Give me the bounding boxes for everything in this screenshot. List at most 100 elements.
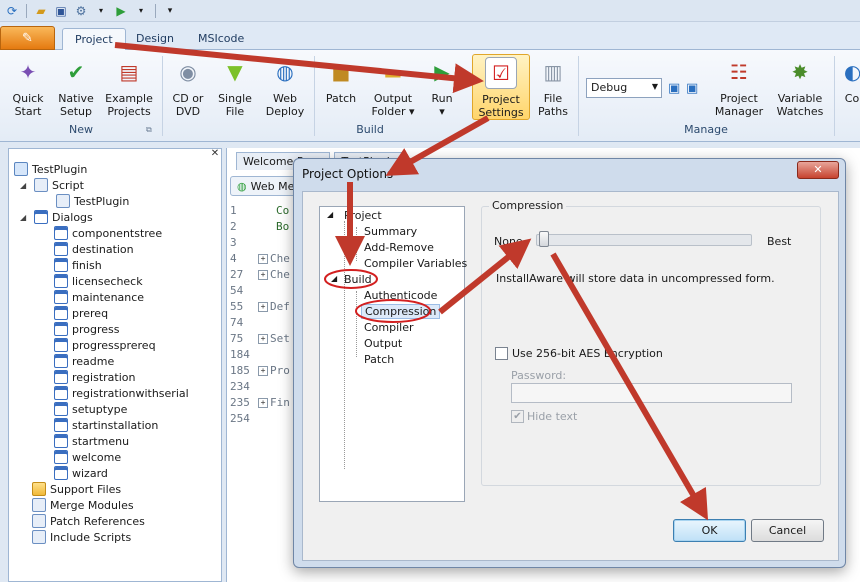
tree-node-dialog[interactable]: progress	[54, 321, 120, 337]
tree-node-extra[interactable]: Include Scripts	[32, 529, 131, 545]
tab-msicode[interactable]: MSIcode	[186, 28, 256, 50]
fold-expand-icon[interactable]: +	[258, 270, 268, 280]
code-line[interactable]: 75 + Set	[230, 332, 290, 345]
tree-expander[interactable]: ◢	[327, 210, 333, 219]
chevron-down-icon[interactable]: ▾	[93, 3, 109, 19]
code-line[interactable]: 3	[230, 236, 276, 249]
tree-node-script-item[interactable]: TestPlugin	[56, 193, 129, 209]
tree-node-dialogs[interactable]: ◢ Dialogs	[20, 209, 93, 225]
tree-node-build[interactable]: Build	[344, 273, 372, 286]
partial-ribbon-button[interactable]: ◐ Co	[844, 56, 860, 106]
code-line[interactable]: 4 + Che	[230, 252, 290, 265]
fold-expand-icon[interactable]: +	[258, 366, 268, 376]
fold-expand-icon[interactable]: +	[258, 334, 268, 344]
file-paths-button[interactable]: ▥ File Paths	[534, 56, 572, 119]
code-line[interactable]: 54	[230, 284, 276, 297]
tree-node-dialog[interactable]: componentstree	[54, 225, 162, 241]
code-line[interactable]: 74	[230, 316, 276, 329]
tree-expander-icon[interactable]: ◢	[20, 213, 30, 222]
code-line[interactable]: 184	[230, 348, 276, 361]
tree-node-dialog[interactable]: welcome	[54, 449, 121, 465]
dialog-close-button[interactable]: ✕	[797, 161, 839, 179]
compression-slider[interactable]	[536, 234, 752, 246]
tree-node-output[interactable]: Output	[364, 337, 402, 350]
fold-expand-icon[interactable]: +	[258, 254, 268, 264]
code-line[interactable]: 55 + Def	[230, 300, 290, 313]
tree-node-extra[interactable]: Support Files	[32, 481, 121, 497]
cd-dvd-button[interactable]: ◉ CD or DVD	[168, 56, 208, 119]
output-folder-button[interactable]: ▬ Output Folder ▾	[368, 56, 418, 119]
tree-node-dialog[interactable]: progressprereq	[54, 337, 156, 353]
web-media-button[interactable]: ◍ Web Me	[230, 176, 302, 196]
tree-node-dialog[interactable]: wizard	[54, 465, 108, 481]
ok-button[interactable]: OK	[673, 519, 746, 542]
single-file-button[interactable]: ▼ Single File	[214, 56, 256, 119]
code-line[interactable]: 185 + Pro	[230, 364, 290, 377]
code-line[interactable]: 235 + Fin	[230, 396, 290, 409]
compression-slider-thumb[interactable]	[539, 231, 549, 247]
patch-button[interactable]: ■ Patch	[320, 56, 362, 106]
quick-start-button[interactable]: ✦ Quick Start	[6, 56, 50, 119]
tree-node-project[interactable]: Project	[344, 209, 382, 222]
tree-node-add-remove[interactable]: Add-Remove	[364, 241, 434, 254]
tree-node-compiler-variables[interactable]: Compiler Variables	[364, 257, 467, 270]
password-input[interactable]	[511, 383, 792, 403]
code-line[interactable]: 234	[230, 380, 276, 393]
window-check-icon[interactable]: ▣	[668, 81, 680, 96]
application-menu-button[interactable]: ✎	[0, 26, 55, 50]
customize-toolbar-icon[interactable]: ▾	[162, 3, 178, 19]
save-icon[interactable]: ▣	[53, 3, 69, 19]
tree-node-dialog[interactable]: startmenu	[54, 433, 129, 449]
gear-icon[interactable]: ⚙	[73, 3, 89, 19]
tree-node-dialog[interactable]: setuptype	[54, 401, 127, 417]
fold-expand-icon[interactable]: +	[258, 398, 268, 408]
tree-node-patch[interactable]: Patch	[364, 353, 394, 366]
play-icon[interactable]: ▶	[113, 3, 129, 19]
tree-node-extra[interactable]: Patch References	[32, 513, 145, 529]
tree-node-dialog[interactable]: readme	[54, 353, 114, 369]
tree-node-authenticode[interactable]: Authenticode	[364, 289, 437, 302]
tree-node-extra[interactable]: Merge Modules	[32, 497, 134, 513]
tree-node-dialog[interactable]: finish	[54, 257, 102, 273]
variable-watches-button[interactable]: ✸ Variable Watches	[774, 56, 826, 119]
aes-encryption-checkbox[interactable]	[495, 347, 508, 360]
app-refresh-icon[interactable]: ⟳	[4, 3, 20, 19]
tree-node-dialog[interactable]: startinstallation	[54, 417, 158, 433]
cancel-button[interactable]: Cancel	[751, 519, 824, 542]
chevron-down-icon[interactable]: ▾	[133, 3, 149, 19]
compression-description: InstallAware will store data in uncompre…	[496, 272, 775, 285]
tree-expander[interactable]: ◢	[331, 274, 337, 283]
line-number: 234	[230, 380, 250, 393]
tree-node-dialog[interactable]: registrationwithserial	[54, 385, 189, 401]
window-edit-icon[interactable]: ▣	[686, 81, 698, 96]
configuration-select[interactable]: Debug ▼	[586, 78, 662, 98]
hide-text-checkbox[interactable]: ✔	[511, 410, 524, 423]
native-setup-button[interactable]: ✔ Native Setup	[54, 56, 98, 119]
project-settings-button[interactable]: ☑ Project Settings	[472, 54, 530, 120]
tab-project[interactable]: Project	[62, 28, 126, 51]
open-folder-icon[interactable]: ▰	[33, 3, 49, 19]
tree-node-compiler[interactable]: Compiler	[364, 321, 414, 334]
project-manager-button[interactable]: ☷ Project Manager	[714, 56, 764, 119]
close-icon[interactable]: ✕	[208, 148, 222, 160]
web-deploy-button[interactable]: ◍ Web Deploy	[262, 56, 308, 119]
dialog-launcher-icon[interactable]: ⧉	[146, 125, 152, 135]
tree-expander-icon[interactable]: ◢	[20, 181, 30, 190]
run-button[interactable]: ▶ Run ▾	[424, 56, 460, 119]
code-line[interactable]: 1 Co	[230, 204, 289, 217]
tree-node-dialog[interactable]: destination	[54, 241, 134, 257]
code-line[interactable]: 2 Bo	[230, 220, 289, 233]
tree-node-dialog[interactable]: licensecheck	[54, 273, 143, 289]
tree-node-compression[interactable]: Compression	[361, 304, 441, 319]
tree-node-dialog[interactable]: maintenance	[54, 289, 144, 305]
example-projects-button[interactable]: ▤ Example Projects	[102, 56, 156, 119]
tree-node-dialog[interactable]: prereq	[54, 305, 108, 321]
code-line[interactable]: 254	[230, 412, 276, 425]
fold-expand-icon[interactable]: +	[258, 302, 268, 312]
tab-design[interactable]: Design	[124, 28, 186, 50]
tree-node-dialog[interactable]: registration	[54, 369, 135, 385]
code-line[interactable]: 27 + Che	[230, 268, 290, 281]
tree-node-root[interactable]: TestPlugin	[14, 161, 87, 177]
tree-node-script[interactable]: ◢ Script	[20, 177, 84, 193]
tree-node-summary[interactable]: Summary	[364, 225, 417, 238]
